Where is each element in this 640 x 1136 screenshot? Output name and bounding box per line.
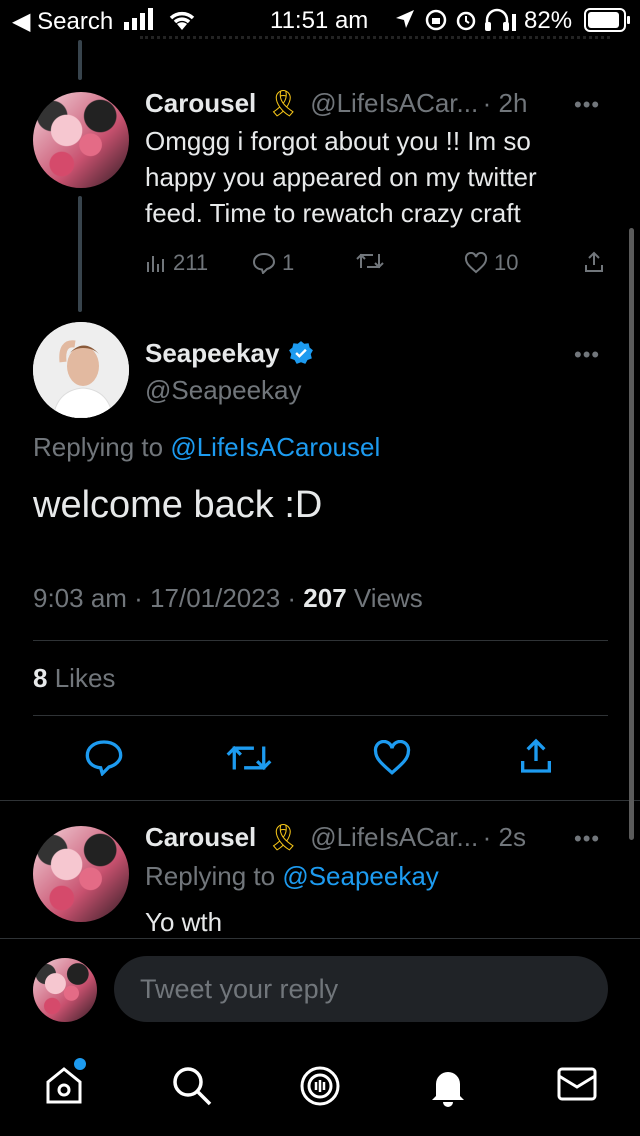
heart-icon bbox=[373, 739, 411, 775]
reply-icon bbox=[252, 252, 276, 274]
rotation-lock-icon bbox=[424, 8, 448, 39]
messages-icon bbox=[557, 1067, 597, 1101]
tab-spaces[interactable] bbox=[298, 1064, 342, 1113]
retweet-icon bbox=[226, 745, 272, 771]
author-handle[interactable]: @Seapeekay bbox=[145, 375, 314, 406]
reply-placeholder: Tweet your reply bbox=[140, 974, 339, 1004]
more-options-icon[interactable]: ••• bbox=[574, 826, 600, 852]
views-label: Views bbox=[353, 583, 423, 613]
share-icon bbox=[521, 738, 551, 773]
avatar[interactable] bbox=[33, 826, 129, 922]
tweet-time: · 2h bbox=[482, 88, 528, 118]
avatar[interactable] bbox=[33, 92, 129, 188]
tweet-meta: 9:03 am · 17/01/2023 · 207 Views bbox=[33, 583, 423, 614]
back-to-search[interactable]: ◀ Search bbox=[12, 7, 113, 36]
likes-label: Likes bbox=[54, 663, 116, 693]
mention-link[interactable]: @LifeIsACarousel bbox=[170, 432, 380, 462]
tab-search[interactable] bbox=[170, 1064, 214, 1113]
more-options-icon[interactable]: ••• bbox=[574, 342, 600, 368]
tweet-text: Omggg i forgot about you !! Im so happy … bbox=[145, 123, 605, 231]
tweet-text-line: feed. Time to rewatch crazy craft bbox=[145, 198, 521, 228]
share-button[interactable] bbox=[582, 250, 606, 274]
home-icon bbox=[46, 1067, 82, 1104]
retweet-metric[interactable] bbox=[356, 250, 384, 272]
replying-to: Replying to @LifeIsACarousel bbox=[33, 432, 380, 463]
views-metric[interactable]: 211 bbox=[145, 250, 208, 276]
status-bar: ◀ Search 11:51 am 82% bbox=[0, 0, 640, 40]
likes-summary[interactable]: 8 Likes bbox=[33, 663, 115, 694]
divider bbox=[0, 800, 640, 801]
notification-dot bbox=[74, 1058, 86, 1070]
tweet-time: · 2s bbox=[482, 822, 526, 852]
tweet-header: Carousel 🎗 @LifeIsACar... · 2h bbox=[145, 88, 527, 119]
ribbon-icon: 🎗 bbox=[266, 88, 300, 118]
retweet-button[interactable] bbox=[226, 740, 272, 781]
reply-icon bbox=[85, 740, 123, 777]
alarm-icon bbox=[454, 8, 478, 39]
author-handle[interactable]: @LifeIsACar... bbox=[310, 88, 478, 118]
search-icon bbox=[173, 1067, 212, 1106]
tab-home[interactable] bbox=[44, 1058, 86, 1111]
divider bbox=[0, 938, 640, 939]
analytics-icon bbox=[147, 256, 164, 272]
reply-metric[interactable]: 1 bbox=[252, 250, 294, 276]
share-icon bbox=[585, 251, 603, 272]
tweet-text: Yo wth bbox=[145, 907, 223, 937]
headphones-icon bbox=[484, 8, 518, 39]
tweet-text-line: happy you appeared on my twitter bbox=[145, 162, 537, 192]
share-button[interactable] bbox=[516, 736, 556, 781]
reply-input[interactable]: Tweet your reply bbox=[114, 956, 608, 1022]
signal-icon bbox=[124, 8, 154, 37]
composer-avatar bbox=[33, 958, 97, 1022]
like-count: 10 bbox=[494, 250, 519, 275]
mention-link[interactable]: @Seapeekay bbox=[282, 861, 439, 891]
more-options-icon[interactable]: ••• bbox=[574, 92, 600, 118]
tab-notifications[interactable] bbox=[428, 1064, 468, 1113]
previous-tweet-actions bbox=[140, 36, 610, 49]
author-name[interactable]: Carousel bbox=[145, 822, 256, 852]
wifi-icon bbox=[166, 8, 198, 39]
author-block[interactable]: Seapeekay @Seapeekay bbox=[145, 338, 314, 406]
tweet-header: Carousel 🎗 @LifeIsACar... · 2s bbox=[145, 822, 526, 853]
heart-icon bbox=[464, 252, 488, 274]
clock: 11:51 am bbox=[270, 7, 369, 34]
thread-line bbox=[78, 40, 82, 80]
scrollbar[interactable] bbox=[629, 228, 634, 840]
retweet-icon bbox=[356, 253, 384, 269]
like-button[interactable] bbox=[372, 739, 412, 781]
thread-line bbox=[78, 196, 82, 312]
ribbon-icon: 🎗 bbox=[266, 822, 300, 852]
author-name[interactable]: Carousel bbox=[145, 88, 256, 118]
notifications-icon bbox=[432, 1072, 464, 1107]
verified-badge-icon bbox=[288, 341, 313, 364]
author-handle[interactable]: @LifeIsACar... bbox=[310, 822, 478, 852]
like-metric[interactable]: 10 bbox=[464, 250, 518, 276]
reply-button[interactable] bbox=[84, 738, 124, 781]
battery-percent: 82% bbox=[524, 7, 573, 34]
likes-count: 8 bbox=[33, 663, 48, 693]
location-icon bbox=[394, 8, 416, 37]
divider bbox=[33, 715, 608, 716]
battery-icon bbox=[584, 8, 632, 39]
timestamp[interactable]: 9:03 am · 17/01/2023 · bbox=[33, 583, 296, 613]
spaces-icon bbox=[300, 1066, 340, 1106]
avatar[interactable] bbox=[33, 322, 129, 418]
views-count: 211 bbox=[173, 250, 209, 275]
tweet-text: welcome back :D bbox=[33, 484, 323, 526]
replying-to: Replying to @Seapeekay bbox=[145, 861, 439, 892]
divider bbox=[33, 640, 608, 641]
replying-prefix: Replying to bbox=[145, 861, 276, 891]
avatar-photo bbox=[33, 322, 129, 418]
tweet-text-line: Omggg i forgot about you !! Im so bbox=[145, 126, 531, 156]
views-count: 207 bbox=[303, 583, 347, 613]
tab-messages[interactable] bbox=[556, 1064, 598, 1109]
replying-prefix: Replying to bbox=[33, 432, 164, 462]
author-name[interactable]: Seapeekay bbox=[145, 338, 279, 368]
reply-count: 1 bbox=[282, 250, 295, 275]
